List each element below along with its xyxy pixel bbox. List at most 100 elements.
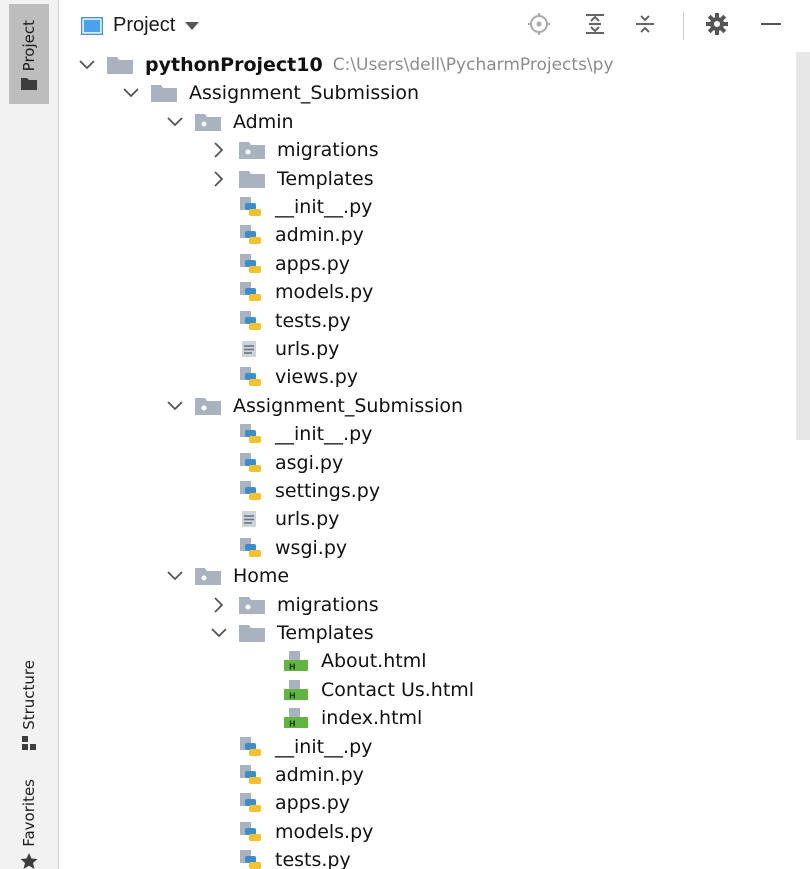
tree-row[interactable]: migrations bbox=[59, 591, 810, 619]
python-file-icon bbox=[239, 537, 263, 559]
tree-item-label-templates: Templates bbox=[277, 622, 374, 644]
expand-all-icon[interactable] bbox=[583, 12, 607, 36]
tree-item-label-settings-py: settings.py bbox=[275, 480, 381, 502]
folder-icon bbox=[239, 170, 265, 188]
chevron-down-icon[interactable] bbox=[123, 88, 139, 98]
chevron-down-icon[interactable] bbox=[167, 117, 183, 127]
project-tool-tab[interactable]: Project bbox=[9, 4, 49, 104]
tree-item-label-asgi-py: asgi.py bbox=[275, 451, 344, 474]
python-file-icon bbox=[239, 281, 263, 303]
tree-row[interactable]: Templates bbox=[59, 619, 810, 647]
chevron-down-icon bbox=[185, 21, 200, 30]
python-file-icon bbox=[239, 792, 263, 814]
favorites-tab-label: Favorites bbox=[20, 779, 38, 847]
folder-icon bbox=[239, 624, 265, 642]
tool-window-strip: Project Structure Favorites bbox=[0, 0, 59, 869]
tree-row[interactable]: asgi.py bbox=[59, 449, 810, 477]
tree-row[interactable]: admin.py bbox=[59, 221, 810, 249]
chevron-right-icon[interactable] bbox=[211, 596, 227, 613]
minimize-icon[interactable] bbox=[759, 12, 783, 36]
tree-item-label-admin-py: admin.py bbox=[275, 764, 364, 786]
project-view-icon bbox=[81, 16, 103, 35]
tree-row[interactable]: tests.py bbox=[59, 307, 810, 335]
tree-item-label-migrations: migrations bbox=[277, 593, 379, 616]
html-file-icon: H bbox=[283, 650, 309, 672]
package-folder-icon bbox=[239, 596, 265, 614]
toolbar-separator bbox=[683, 12, 684, 40]
project-tab-label: Project bbox=[20, 19, 38, 71]
python-file-icon bbox=[239, 849, 263, 869]
tree-row[interactable]: Assignment_Submission bbox=[59, 392, 810, 420]
tree-row[interactable]: H About.html bbox=[59, 647, 810, 675]
tree-item-label-migrations: migrations bbox=[277, 139, 379, 162]
tree-item-label-contact-us-html: Contact Us.html bbox=[321, 678, 475, 701]
structure-tool-tab[interactable]: Structure bbox=[9, 656, 49, 760]
tree-row[interactable]: tests.py bbox=[59, 846, 810, 869]
tree-row[interactable]: apps.py bbox=[59, 250, 810, 278]
python-file-icon bbox=[239, 452, 263, 474]
tree-row[interactable]: apps.py bbox=[59, 789, 810, 817]
tree-row[interactable]: wsgi.py bbox=[59, 534, 810, 562]
folder-icon bbox=[21, 78, 37, 90]
tree-item-label-about-html: About.html bbox=[321, 650, 427, 673]
tree-item-label-assignment-submission: Assignment_Submission bbox=[189, 82, 420, 105]
python-file-icon bbox=[239, 310, 263, 332]
locate-icon[interactable] bbox=[527, 12, 551, 36]
tree-item-label-apps-py: apps.py bbox=[275, 252, 351, 275]
tree-row[interactable]: settings.py bbox=[59, 477, 810, 505]
tree-row[interactable]: Templates bbox=[59, 165, 810, 193]
tree-row[interactable]: H Contact Us.html bbox=[59, 676, 810, 704]
chevron-right-icon[interactable] bbox=[211, 142, 227, 158]
chevron-down-icon[interactable] bbox=[167, 571, 183, 581]
folder-icon bbox=[107, 56, 133, 74]
svg-text:H: H bbox=[289, 720, 296, 729]
python-file-icon bbox=[239, 196, 263, 218]
tree-row[interactable]: urls.py bbox=[59, 505, 810, 533]
html-file-icon: H bbox=[283, 679, 309, 701]
tree-item-label-models-py: models.py bbox=[275, 820, 374, 843]
tree-item-label-templates: Templates bbox=[277, 167, 374, 190]
tree-row[interactable]: __init__.py bbox=[59, 733, 810, 761]
tree-item-label-admin: Admin bbox=[233, 110, 294, 133]
tree-row[interactable]: Admin bbox=[59, 108, 810, 136]
tree-item-label-urls-py: urls.py bbox=[275, 508, 340, 531]
package-folder-icon bbox=[195, 113, 221, 131]
structure-icon bbox=[22, 736, 36, 750]
tree-item-label-admin-py: admin.py bbox=[275, 224, 364, 247]
python-file-icon bbox=[239, 480, 263, 502]
tree-row[interactable]: models.py bbox=[59, 278, 810, 306]
package-folder-icon bbox=[239, 141, 265, 160]
svg-text:H: H bbox=[289, 691, 296, 700]
view-selector[interactable]: Project bbox=[81, 14, 200, 37]
chevron-right-icon[interactable] bbox=[211, 170, 227, 187]
tree-item-label-tests-py: tests.py bbox=[275, 309, 351, 332]
tree-item-label-init-py: __init__.py bbox=[275, 196, 373, 218]
python-file-icon bbox=[239, 224, 263, 246]
tree-row[interactable]: admin.py bbox=[59, 761, 810, 789]
chevron-down-icon[interactable] bbox=[79, 60, 95, 70]
tree-row[interactable]: views.py bbox=[59, 363, 810, 391]
tree-row[interactable]: __init__.py bbox=[59, 193, 810, 221]
chevron-down-icon[interactable] bbox=[211, 628, 227, 638]
tree-row[interactable]: Home bbox=[59, 562, 810, 590]
tree-row[interactable]: models.py bbox=[59, 818, 810, 846]
tree-row[interactable]: urls.py bbox=[59, 335, 810, 363]
chevron-down-icon[interactable] bbox=[167, 401, 183, 411]
tree-row[interactable]: migrations bbox=[59, 136, 810, 164]
tree-item-label-home: Home bbox=[233, 565, 290, 588]
tree-item-label-tests-py: tests.py bbox=[275, 849, 351, 869]
tree-row[interactable]: Hindex.html bbox=[59, 704, 810, 732]
tree-row[interactable]: pythonProject10 C:\Users\dell\PycharmProj… bbox=[59, 51, 810, 79]
project-tree: pythonProject10 C:\Users\dell\PycharmProj… bbox=[59, 50, 810, 869]
gear-icon[interactable] bbox=[705, 12, 729, 36]
collapse-all-icon[interactable] bbox=[633, 12, 657, 36]
tree-item-label-urls-py: urls.py bbox=[275, 338, 340, 360]
scrollbar-thumb[interactable] bbox=[796, 52, 810, 440]
tree-row[interactable]: Assignment_Submission bbox=[59, 79, 810, 107]
view-name: Project bbox=[113, 14, 176, 36]
text-file-icon bbox=[239, 508, 263, 530]
svg-text:H: H bbox=[289, 663, 296, 672]
tree-row[interactable]: __init__.py bbox=[59, 420, 810, 448]
package-folder-icon bbox=[195, 397, 221, 415]
favorites-tool-tab[interactable]: Favorites bbox=[9, 772, 49, 869]
